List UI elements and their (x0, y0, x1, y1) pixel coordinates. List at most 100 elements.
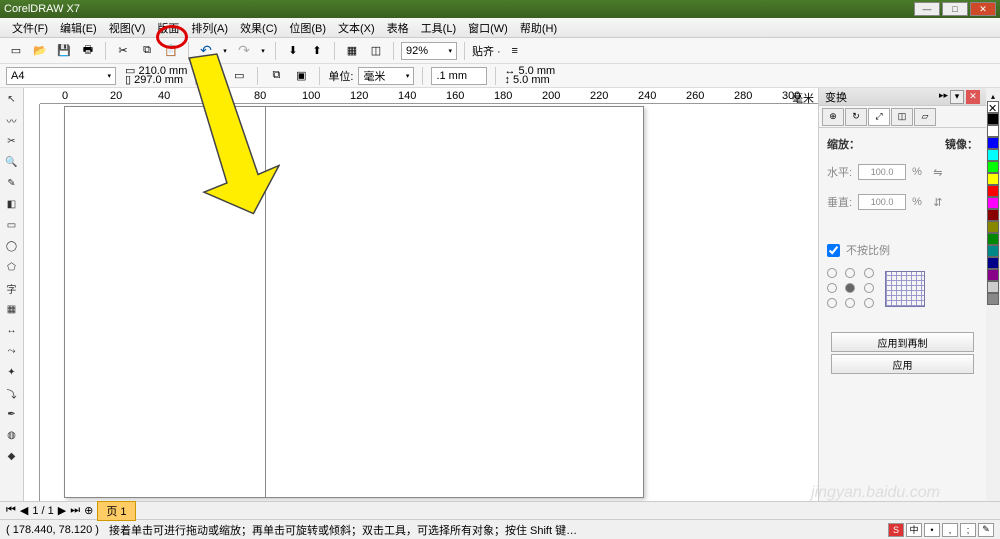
color-swatch[interactable] (987, 245, 999, 257)
snap-label[interactable]: 贴齐 · (472, 43, 501, 59)
zoom-tool-icon[interactable]: 🔍 (2, 153, 22, 172)
page-tab[interactable]: 页 1 (97, 501, 135, 521)
anchor-grid[interactable] (827, 268, 879, 310)
nudge-combo[interactable]: .1 mm (431, 67, 487, 85)
undo-button[interactable]: ↶ (196, 41, 216, 61)
text-tool-icon[interactable]: 字 (2, 279, 22, 298)
print-icon[interactable]: 🖶 (78, 41, 98, 61)
paste-icon[interactable]: 📋 (161, 41, 181, 61)
menu-item[interactable]: 版面 (151, 20, 185, 36)
menu-item[interactable]: 表格 (381, 20, 415, 36)
new-icon[interactable]: ▭ (6, 41, 26, 61)
color-swatch[interactable] (987, 173, 999, 185)
menu-item[interactable]: 排列(A) (185, 20, 234, 36)
mirror-horizontal-icon[interactable]: ⇋ (928, 162, 948, 182)
docker-close-icon[interactable]: ✕ (966, 90, 980, 104)
paper-size-combo[interactable]: A4▾ (6, 67, 116, 85)
import-icon[interactable]: ⬇ (283, 41, 303, 61)
color-swatch[interactable] (987, 257, 999, 269)
tab-position-icon[interactable]: ⊕ (822, 108, 844, 126)
color-swatch[interactable] (987, 125, 999, 137)
color-swatch[interactable] (987, 221, 999, 233)
horizontal-input[interactable]: 100.0 (858, 164, 906, 180)
color-swatch[interactable] (987, 281, 999, 293)
connector-tool-icon[interactable]: ⤳ (2, 342, 22, 361)
tab-rotate-icon[interactable]: ↻ (845, 108, 867, 126)
ime-button[interactable]: , (942, 523, 958, 537)
close-button[interactable]: ✕ (970, 2, 996, 16)
palette-scroll-up-icon[interactable]: ▴ (991, 92, 995, 101)
add-page-icon[interactable]: ⊕ (84, 504, 93, 517)
color-swatch[interactable] (987, 293, 999, 305)
pick-tool-icon[interactable]: ↖ (2, 90, 22, 109)
ime-button[interactable]: ✎ (978, 523, 994, 537)
menu-item[interactable]: 帮助(H) (514, 20, 563, 36)
save-icon[interactable]: 💾 (54, 41, 74, 61)
options-icon[interactable]: ≡ (505, 41, 525, 61)
zoom-combo[interactable]: 92%▾ (401, 42, 457, 60)
units-combo[interactable]: 毫米▾ (358, 67, 414, 85)
page-current-icon[interactable]: ▣ (291, 66, 311, 86)
menu-item[interactable]: 文件(F) (6, 20, 54, 36)
menu-item[interactable]: 工具(L) (415, 20, 462, 36)
color-swatch[interactable] (987, 209, 999, 221)
effects-tool-icon[interactable]: ✦ (2, 363, 22, 382)
color-swatch[interactable] (987, 197, 999, 209)
color-swatch[interactable] (987, 161, 999, 173)
color-swatch[interactable] (987, 269, 999, 281)
page-all-icon[interactable]: ⧉ (266, 66, 286, 86)
tab-size-icon[interactable]: ◫ (891, 108, 913, 126)
menu-item[interactable]: 位图(B) (283, 20, 332, 36)
export-icon[interactable]: ⬆ (307, 41, 327, 61)
copy-icon[interactable]: ⧉ (137, 41, 157, 61)
apply-duplicate-button[interactable]: 应用到再制 (831, 332, 974, 352)
interactive-fill-icon[interactable]: ◆ (2, 447, 22, 466)
undo-dropdown[interactable]: ▾ (220, 41, 230, 61)
non-proportional-checkbox[interactable] (827, 244, 840, 257)
color-swatch[interactable] (987, 233, 999, 245)
vertical-input[interactable]: 100.0 (858, 194, 906, 210)
ime-button[interactable]: ; (960, 523, 976, 537)
next-page-icon[interactable]: ▶ (58, 504, 66, 517)
crop-tool-icon[interactable]: ✂ (2, 132, 22, 151)
docker-menu-icon[interactable]: ▾ (950, 90, 964, 104)
page[interactable] (64, 106, 644, 498)
redo-button[interactable]: ↷ (234, 41, 254, 61)
menu-item[interactable]: 窗口(W) (462, 20, 514, 36)
first-page-icon[interactable]: ⏮ (6, 504, 16, 517)
open-icon[interactable]: 📂 (30, 41, 50, 61)
menu-item[interactable]: 视图(V) (103, 20, 152, 36)
fill-tool-icon[interactable]: ◍ (2, 426, 22, 445)
color-swatch[interactable] (987, 185, 999, 197)
table-tool-icon[interactable]: ▦ (2, 300, 22, 319)
menu-item[interactable]: 编辑(E) (54, 20, 103, 36)
outline-tool-icon[interactable]: ✒ (2, 405, 22, 424)
rectangle-tool-icon[interactable]: ▭ (2, 216, 22, 235)
freehand-tool-icon[interactable]: ✎ (2, 174, 22, 193)
apply-button[interactable]: 应用 (831, 354, 974, 374)
ime-button[interactable]: S (888, 523, 904, 537)
ime-button[interactable]: 中 (906, 523, 922, 537)
tab-skew-icon[interactable]: ▱ (914, 108, 936, 126)
canvas-area[interactable]: 0204060801001201401601802002202402602803… (24, 88, 818, 501)
redo-dropdown[interactable]: ▾ (258, 41, 268, 61)
polygon-tool-icon[interactable]: ⬠ (2, 258, 22, 277)
shape-tool-icon[interactable]: 〰 (2, 111, 22, 130)
ellipse-tool-icon[interactable]: ◯ (2, 237, 22, 256)
app-launcher-icon[interactable]: ▦ (342, 41, 362, 61)
welcome-icon[interactable]: ◫ (366, 41, 386, 61)
dimension-tool-icon[interactable]: ↔ (2, 321, 22, 340)
docker-collapse-icon[interactable]: ▸▸ (939, 90, 948, 104)
prev-page-icon[interactable]: ◀ (20, 504, 28, 517)
color-swatch[interactable] (987, 137, 999, 149)
cut-icon[interactable]: ✂ (113, 41, 133, 61)
landscape-icon[interactable]: ▭ (229, 66, 249, 86)
portrait-icon[interactable]: ▯ (204, 66, 224, 86)
menu-item[interactable]: 文本(X) (332, 20, 381, 36)
minimize-button[interactable]: — (914, 2, 940, 16)
smart-fill-icon[interactable]: ◧ (2, 195, 22, 214)
ime-button[interactable]: • (924, 523, 940, 537)
menu-item[interactable]: 效果(C) (234, 20, 283, 36)
maximize-button[interactable]: □ (942, 2, 968, 16)
eyedropper-tool-icon[interactable]: ⤵ (2, 384, 22, 403)
